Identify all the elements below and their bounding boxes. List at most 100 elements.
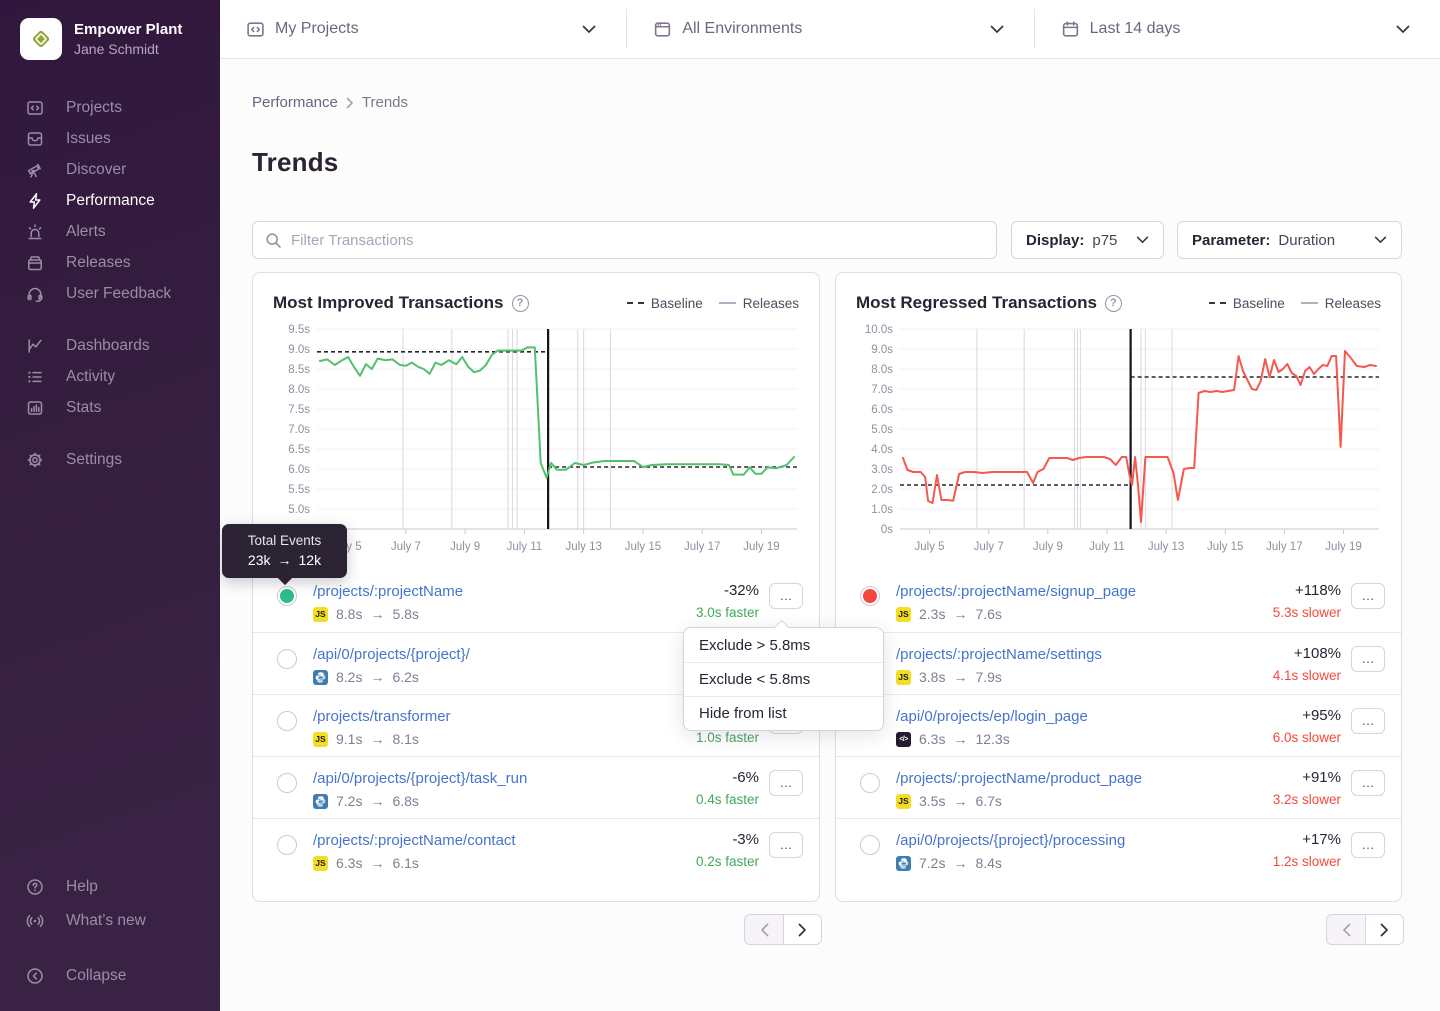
more-actions-button[interactable]: … [769, 770, 803, 796]
table-row: /projects/:projectName/settings JS3.8s→7… [836, 632, 1401, 694]
svg-text:3.0s: 3.0s [871, 464, 893, 476]
next-page-button[interactable] [1365, 914, 1404, 945]
arrow-icon: → [953, 855, 967, 871]
transaction-radio[interactable] [860, 773, 880, 793]
change-delta: 1.0s faster [696, 730, 759, 745]
platform-icon: JS [896, 794, 911, 809]
topbar: My Projects All Environments Last 14 day… [220, 0, 1440, 59]
help-circle-icon[interactable]: ? [1105, 295, 1122, 312]
more-actions-button[interactable]: … [1351, 646, 1385, 672]
help-circle-icon[interactable]: ? [512, 295, 529, 312]
transaction-link[interactable]: /api/0/projects/ep/login_page [896, 708, 1088, 725]
svg-text:5.0s: 5.0s [288, 504, 310, 516]
sidebar-item-alerts[interactable]: Alerts [0, 216, 220, 247]
baseline-legend-label: Baseline [1233, 296, 1285, 311]
transaction-radio[interactable] [277, 711, 297, 731]
project-selector[interactable]: My Projects [220, 0, 626, 58]
previous-page-button[interactable] [744, 914, 783, 945]
display-dropdown[interactable]: Display: p75 [1011, 221, 1164, 259]
sidebar-item-user-feedback[interactable]: User Feedback [0, 278, 220, 309]
search-input[interactable] [291, 232, 984, 249]
parameter-dropdown[interactable]: Parameter: Duration [1177, 221, 1402, 259]
menu-item-exclude-below[interactable]: Exclude < 5.8ms [684, 662, 883, 696]
transaction-radio[interactable] [277, 649, 297, 669]
sidebar-item-issues[interactable]: Issues [0, 123, 220, 154]
sidebar-item-activity[interactable]: Activity [0, 361, 220, 392]
transaction-link[interactable]: /api/0/projects/{project}/processing [896, 832, 1125, 849]
more-actions-button[interactable]: … [769, 832, 803, 858]
transaction-context-menu: Exclude > 5.8ms Exclude < 5.8ms Hide fro… [683, 627, 884, 731]
transaction-link[interactable]: /projects/transformer [313, 708, 451, 725]
transaction-link[interactable]: /api/0/projects/{project}/ [313, 646, 470, 663]
table-row: /projects/:projectName/signup_page JS2.3… [836, 570, 1401, 632]
sidebar-item-label: Issues [66, 130, 111, 148]
transaction-radio[interactable] [277, 586, 297, 606]
svg-text:5.0s: 5.0s [871, 424, 893, 436]
menu-item-hide-from-list[interactable]: Hide from list [684, 696, 883, 730]
calendar-icon [1061, 20, 1080, 39]
transaction-radio[interactable] [860, 586, 880, 606]
improved-pagination [744, 914, 822, 945]
transaction-search[interactable] [252, 221, 997, 259]
change-percent: -32% [696, 582, 759, 599]
sidebar-item-help[interactable]: Help [0, 870, 220, 904]
sidebar-item-label: What’s new [66, 912, 146, 930]
duration-before: 3.8s [919, 669, 945, 685]
project-selector-label: My Projects [275, 20, 572, 38]
sidebar-item-performance[interactable]: Performance [0, 185, 220, 216]
change-delta: 1.2s slower [1273, 854, 1341, 869]
table-row: /projects/:projectName JS8.8s→5.8s -32%3… [253, 570, 819, 632]
transaction-link[interactable]: /projects/:projectName/product_page [896, 770, 1142, 787]
duration-after: 7.9s [975, 669, 1001, 685]
previous-page-button[interactable] [1326, 914, 1365, 945]
transaction-link[interactable]: /projects/:projectName [313, 583, 463, 600]
menu-item-exclude-above[interactable]: Exclude > 5.8ms [684, 628, 883, 662]
sidebar-item-whats-new[interactable]: What’s new [0, 904, 220, 938]
environment-selector[interactable]: All Environments [627, 0, 1033, 58]
more-actions-button[interactable]: … [1351, 708, 1385, 734]
transaction-link[interactable]: /projects/:projectName/signup_page [896, 583, 1136, 600]
stats-icon [26, 399, 44, 417]
more-actions-button[interactable]: … [1351, 832, 1385, 858]
transaction-radio[interactable] [277, 773, 297, 793]
sidebar-item-discover[interactable]: Discover [0, 154, 220, 185]
transaction-link[interactable]: /api/0/projects/{project}/task_run [313, 770, 527, 787]
transaction-link[interactable]: /projects/:projectName/settings [896, 646, 1102, 663]
svg-text:July 13: July 13 [1148, 541, 1184, 553]
more-actions-button[interactable]: … [1351, 770, 1385, 796]
table-row: /api/0/projects/{project}/processing 7.2… [836, 818, 1401, 880]
issues-icon [26, 130, 44, 148]
sidebar-item-projects[interactable]: Projects [0, 92, 220, 123]
sidebar-item-settings[interactable]: Settings [0, 444, 220, 475]
org-switcher[interactable]: Empower Plant Jane Schmidt [0, 0, 220, 70]
sidebar-item-releases[interactable]: Releases [0, 247, 220, 278]
platform-icon: JS [313, 607, 328, 622]
transaction-radio[interactable] [277, 835, 297, 855]
arrow-icon: → [953, 669, 967, 685]
svg-text:9.5s: 9.5s [288, 324, 310, 336]
chart-legend: Baseline Releases [1209, 296, 1381, 311]
org-user: Jane Schmidt [74, 40, 182, 58]
improved-trend-chart: 9.5s9.0s8.5s8.0s7.5s7.0s6.5s6.0s5.5s5.0s… [273, 323, 801, 561]
platform-icon: JS [896, 607, 911, 622]
duration-before: 3.5s [919, 793, 945, 809]
more-actions-button[interactable]: … [1351, 583, 1385, 609]
change-percent: +108% [1273, 645, 1341, 662]
svg-text:5.5s: 5.5s [288, 484, 310, 496]
more-actions-button[interactable]: … [769, 583, 803, 609]
sidebar-item-dashboards[interactable]: Dashboards [0, 330, 220, 361]
date-range-selector[interactable]: Last 14 days [1035, 0, 1440, 58]
page-title: Trends [252, 147, 338, 178]
table-row: /projects/:projectName/contact JS6.3s→6.… [253, 818, 819, 880]
table-row: /api/0/projects/ep/login_page </>6.3s→12… [836, 694, 1401, 756]
sidebar-item-stats[interactable]: Stats [0, 392, 220, 423]
duration-before: 8.8s [336, 606, 362, 622]
change-percent: -6% [696, 769, 759, 786]
transaction-link[interactable]: /projects/:projectName/contact [313, 832, 516, 849]
breadcrumb-performance[interactable]: Performance [252, 94, 338, 111]
sidebar-item-collapse[interactable]: Collapse [0, 959, 220, 993]
releases-icon [26, 254, 44, 272]
transaction-radio[interactable] [860, 835, 880, 855]
svg-text:July 5: July 5 [915, 541, 945, 553]
next-page-button[interactable] [783, 914, 822, 945]
